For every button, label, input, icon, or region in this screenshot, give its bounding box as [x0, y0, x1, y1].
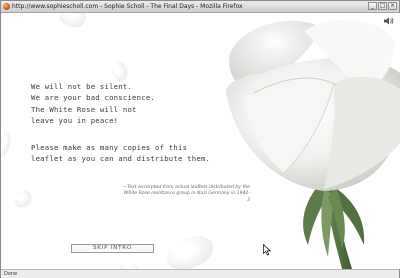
title-bar: http://www.sophiescholl.com - Sophie Sch… [1, 1, 399, 13]
flash-intro[interactable]: We will not be silent. We are your bad c… [2, 13, 400, 269]
status-text: Done [4, 271, 18, 277]
minimize-button[interactable]: _ [368, 2, 377, 10]
status-bar: Done [1, 269, 399, 278]
close-button[interactable]: × [388, 2, 397, 10]
petal-image [162, 232, 218, 269]
skip-intro-button[interactable]: SKIP INTRO [71, 244, 154, 253]
petal-image [11, 188, 35, 210]
mouse-cursor-icon [263, 244, 271, 256]
firefox-icon [3, 3, 10, 10]
petal-image [108, 58, 131, 84]
speaker-icon[interactable] [384, 17, 394, 25]
maximize-button[interactable]: □ [378, 2, 387, 10]
browser-window: http://www.sophiescholl.com - Sophie Sch… [0, 0, 400, 278]
leaflet-attribution: —Text excerpted from actual leaflets dis… [122, 185, 250, 203]
petal-image [118, 259, 142, 269]
leaflet-quote-2: Please make as many copies of this leafl… [31, 143, 211, 164]
petal-image [57, 13, 89, 31]
window-controls: _ □ × [368, 2, 397, 10]
window-title: http://www.sophiescholl.com - Sophie Sch… [12, 3, 243, 10]
petal-image [2, 129, 13, 159]
white-rose-image [226, 19, 400, 269]
leaflet-quote-1: We will not be silent. We are your bad c… [31, 82, 156, 126]
